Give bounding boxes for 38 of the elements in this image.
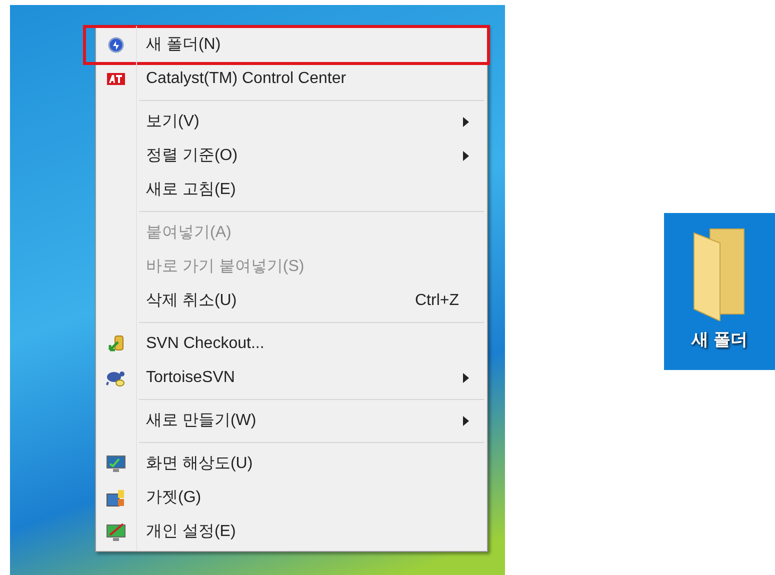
submenu-arrow-icon xyxy=(463,151,469,161)
menu-item-label: 보기(V) xyxy=(146,112,200,132)
logo-icon xyxy=(107,73,125,85)
menu-item-label: 삭제 취소(U) xyxy=(146,291,237,311)
menu-item-label: 바로 가기 붙여넣기(S) xyxy=(146,257,304,277)
menu-item-label: 붙여넣기(A) xyxy=(146,223,232,243)
menu-item-label: SVN Checkout... xyxy=(146,334,264,354)
menu-item[interactable]: 새로 고침(E) xyxy=(96,173,487,207)
menu-item-label: 개인 설정(E) xyxy=(146,522,236,542)
menu-item[interactable]: TortoiseSVN xyxy=(96,361,487,395)
menu-item-label: TortoiseSVN xyxy=(146,368,235,388)
menu-item[interactable]: 새 폴더(N) xyxy=(86,28,487,62)
menu-item-label: 새로 고침(E) xyxy=(146,180,236,200)
menu-item-label: 새 폴더(N) xyxy=(146,35,221,55)
menu-item-label: 화면 해상도(U) xyxy=(146,454,253,474)
menu-item[interactable]: 가젯(G) xyxy=(96,481,487,515)
menu-item[interactable]: 새로 만들기(W) xyxy=(96,404,487,438)
menu-item[interactable]: 정렬 기준(O) xyxy=(96,139,487,173)
checkout-icon xyxy=(106,334,126,354)
menu-item[interactable]: SVN Checkout... xyxy=(96,327,487,361)
desktop-icon-tile[interactable]: 새 폴더 xyxy=(664,213,775,370)
submenu-arrow-icon xyxy=(463,416,469,426)
gadget-icon xyxy=(106,488,126,508)
shortcut-label: Ctrl+Z xyxy=(415,291,459,311)
menu-item[interactable]: 보기(V) xyxy=(96,105,487,139)
monitor-icon xyxy=(106,454,126,474)
menu-item-label: 정렬 기준(O) xyxy=(146,146,238,166)
menu-item-label: Catalyst(TM) Control Center xyxy=(146,69,346,89)
menu-item-label: 가젯(G) xyxy=(146,488,202,508)
submenu-arrow-icon xyxy=(463,373,469,383)
folder-label: 새 폴더 xyxy=(692,329,748,351)
submenu-arrow-icon xyxy=(463,117,469,127)
menu-item[interactable]: 삭제 취소(U) Ctrl+Z xyxy=(96,284,487,318)
menu-item-label: 새로 만들기(W) xyxy=(146,411,256,431)
menu-item[interactable]: 화면 해상도(U) xyxy=(96,447,487,481)
menu-item[interactable]: 개인 설정(E) xyxy=(96,515,487,549)
menu-item[interactable]: Catalyst(TM) Control Center xyxy=(96,62,487,96)
monitor-brush-icon xyxy=(106,522,126,542)
